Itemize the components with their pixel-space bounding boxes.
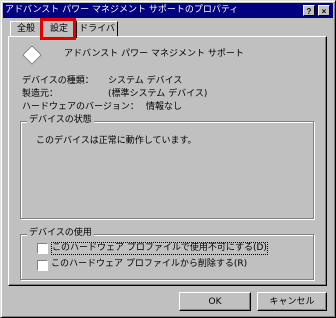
device-type-value: システム デバイス <box>108 76 183 86</box>
disable-profile-checkbox[interactable] <box>37 243 48 254</box>
manufacturer-value: (標準システム デバイス) <box>108 89 208 99</box>
tab-general[interactable]: 全般 <box>10 21 42 36</box>
hardware-version-value: 情報なし <box>146 102 183 112</box>
remove-profile-checkbox[interactable] <box>37 260 48 271</box>
cancel-button[interactable]: キャンセル <box>257 292 327 311</box>
remove-profile-label[interactable]: このハードウェア プロファイルから削除する(R) <box>51 259 247 270</box>
manufacturer-label: 製造元： <box>22 89 59 99</box>
device-name: アドバンスト パワー マネジメント サポート <box>64 49 244 59</box>
tab-highlight-box <box>40 18 76 40</box>
close-button[interactable]: × <box>318 5 330 16</box>
tab-driver[interactable]: ドライバ <box>76 21 118 36</box>
device-usage-group <box>20 234 314 280</box>
ok-button[interactable]: OK <box>179 292 251 311</box>
title-bar[interactable]: アドバンスト パワー マネジメント サポートのプロパティ ? × <box>3 3 333 18</box>
device-status-legend: デバイスの状態 <box>27 115 94 126</box>
window-title: アドバンスト パワー マネジメント サポートのプロパティ <box>5 5 239 15</box>
hardware-version-label: ハードウェアのバージョン： <box>22 102 139 112</box>
device-type-label: デバイスの種類： <box>22 76 94 86</box>
device-status-text: このデバイスは正常に動作しています。 <box>36 136 197 146</box>
disable-profile-label[interactable]: このハードウェア プロファイルで使用不可にする(D) <box>51 242 268 255</box>
device-usage-legend: デバイスの使用 <box>27 228 94 239</box>
help-button[interactable]: ? <box>303 5 315 16</box>
